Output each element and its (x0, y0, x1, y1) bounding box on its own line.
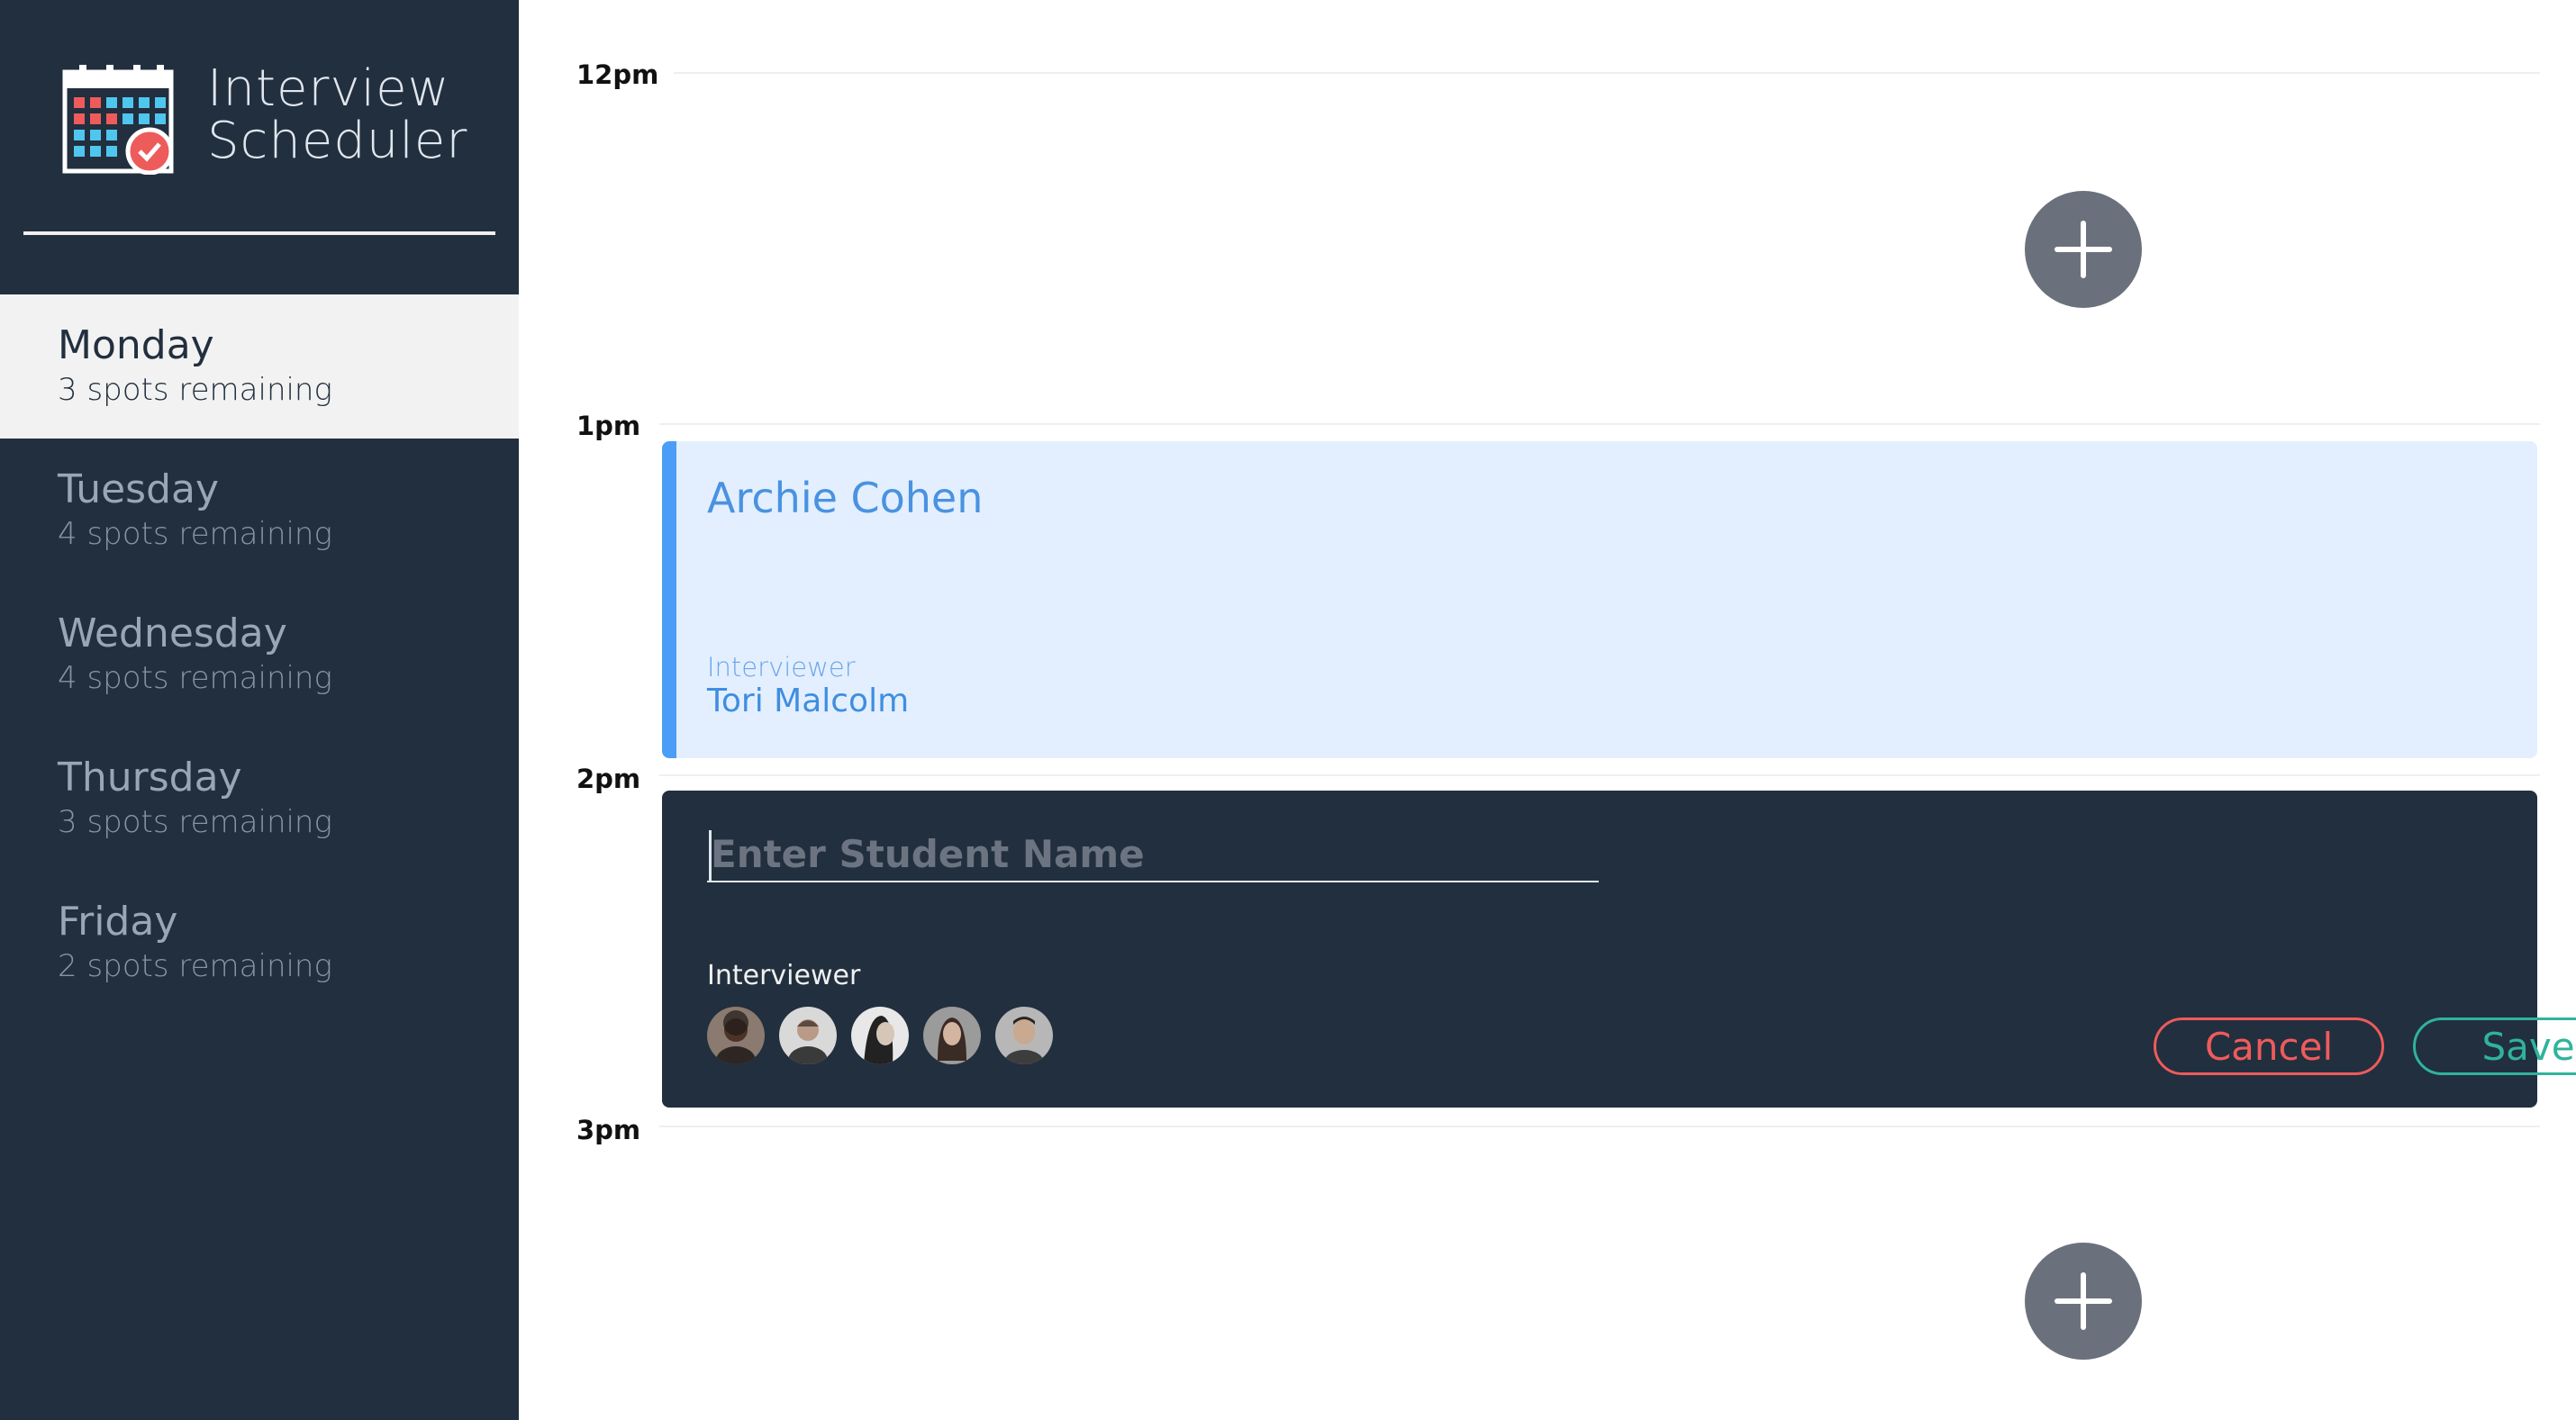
time-label-1pm: 1pm (576, 411, 641, 441)
day-spots: 2 spots remaining (58, 948, 332, 984)
interviewer-label: Interviewer (707, 960, 861, 991)
appointment-form: Interviewer Cancel Save (662, 791, 2576, 1108)
time-divider (674, 72, 2540, 74)
interviewer-avatar[interactable] (923, 1007, 981, 1064)
day-item-thursday[interactable]: Thursday 3 spots remaining (0, 727, 519, 871)
app-title-line1: Interview (207, 59, 450, 118)
day-spots: 3 spots remaining (58, 804, 332, 840)
time-divider (659, 1126, 2540, 1127)
appointment-student: Archie Cohen (707, 474, 984, 522)
day-list: Monday 3 spots remaining Tuesday 4 spots… (0, 294, 519, 1015)
avatar-image (995, 1007, 1053, 1064)
app-title: Interview Scheduler (207, 63, 467, 167)
interviewer-list (707, 1007, 1053, 1064)
day-name: Monday (58, 322, 214, 368)
interviewer-avatar[interactable] (779, 1007, 837, 1064)
cancel-button[interactable]: Cancel (2154, 1018, 2384, 1075)
sidebar: Interview Scheduler Monday 3 spots remai… (0, 0, 519, 1420)
day-spots: 4 spots remaining (58, 516, 332, 552)
avatar-image (923, 1007, 981, 1064)
app-title-line2: Scheduler (207, 112, 468, 170)
avatar-image (851, 1007, 909, 1064)
time-divider (659, 774, 2540, 776)
avatar-image (779, 1007, 837, 1064)
time-label-3pm: 3pm (576, 1115, 641, 1145)
day-spots: 3 spots remaining (58, 372, 332, 408)
appointment-interviewer-name: Tori Malcolm (707, 683, 910, 719)
appointment-interviewer-label: Interviewer (707, 652, 856, 683)
interviewer-avatar[interactable] (995, 1007, 1053, 1064)
day-name: Wednesday (58, 611, 287, 656)
text-caret (709, 830, 712, 881)
plus-icon (2054, 1272, 2112, 1330)
interviewer-avatar[interactable] (851, 1007, 909, 1064)
appointment-card[interactable]: Archie Cohen Interviewer Tori Malcolm (662, 441, 2537, 758)
time-label-2pm: 2pm (576, 764, 641, 794)
day-name: Friday (58, 899, 178, 945)
avatar-image (707, 1007, 765, 1064)
time-label-12pm: 12pm (576, 59, 659, 90)
interviewer-avatar[interactable] (707, 1007, 765, 1064)
sidebar-divider (23, 231, 495, 235)
schedule: 12pm 1pm Archie Cohen Interviewer Tori M… (519, 0, 2576, 1420)
student-name-input[interactable] (707, 827, 1599, 882)
add-appointment-button[interactable] (2025, 1243, 2142, 1360)
day-item-friday[interactable]: Friday 2 spots remaining (0, 871, 519, 1015)
day-item-wednesday[interactable]: Wednesday 4 spots remaining (0, 583, 519, 727)
day-item-tuesday[interactable]: Tuesday 4 spots remaining (0, 439, 519, 583)
day-spots: 4 spots remaining (58, 660, 332, 696)
add-appointment-button[interactable] (2025, 191, 2142, 308)
save-button[interactable]: Save (2413, 1018, 2576, 1075)
calendar-check-icon (62, 65, 174, 175)
day-name: Thursday (58, 755, 242, 800)
time-divider (659, 423, 2540, 425)
day-name: Tuesday (58, 466, 220, 512)
day-item-monday[interactable]: Monday 3 spots remaining (0, 294, 519, 439)
plus-icon (2054, 221, 2112, 278)
